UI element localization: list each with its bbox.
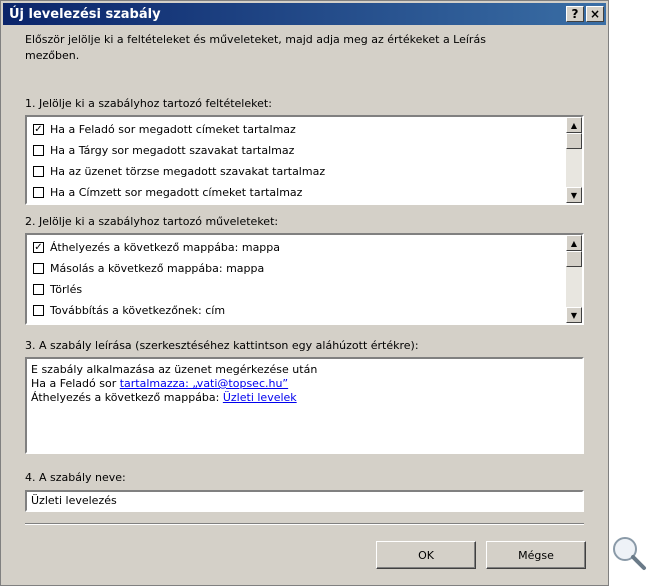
ok-button[interactable]: OK [376,541,476,569]
dialog-title: Új levelezési szabály [9,6,161,22]
scroll-down-icon[interactable]: ▼ [566,307,582,323]
magnifier-icon[interactable] [610,534,648,572]
condition-item[interactable]: ✓ Ha a Feladó sor megadott címeket tarta… [27,119,566,140]
description-line: E szabály alkalmazása az üzenet megérkez… [31,363,318,376]
action-item[interactable]: Továbbítás a következőnek: cím [27,300,566,321]
action-item[interactable]: ✓ Áthelyezés a következő mappába: mappa [27,237,566,258]
description-text: Áthelyezés a következő mappába: [31,391,223,404]
action-item[interactable]: Törlés [27,279,566,300]
new-rule-dialog: Új levelezési szabály ? × Először jelölj… [0,0,609,586]
condition-item[interactable]: Ha a Tárgy sor megadott szavakat tartalm… [27,140,566,161]
conditions-label: 1. Jelölje ki a szabályhoz tartozó felté… [25,97,272,110]
checkbox[interactable] [33,166,44,177]
checkbox[interactable]: ✓ [33,242,44,253]
target-folder-link[interactable]: Üzleti levelek [223,391,297,404]
checkbox[interactable]: ✓ [33,124,44,135]
action-label: Másolás a következő mappába: mappa [50,262,265,275]
scroll-down-icon[interactable]: ▼ [566,187,582,203]
checkbox[interactable] [33,145,44,156]
rule-description-box: E szabály alkalmazása az üzenet megérkez… [25,357,584,454]
rule-name-label: 4. A szabály neve: [25,471,126,484]
actions-label: 2. Jelölje ki a szabályhoz tartozó művel… [25,215,279,228]
title-bar: Új levelezési szabály ? × [3,3,606,25]
rule-name-input[interactable]: Üzleti levelezés [25,490,584,512]
cancel-button[interactable]: Mégse [486,541,586,569]
description-label: 3. A szabály leírása (szerkesztéséhez ka… [25,339,419,352]
conditions-list[interactable]: ✓ Ha a Feladó sor megadott címeket tarta… [25,115,584,205]
close-button[interactable]: × [586,6,604,22]
action-label: Áthelyezés a következő mappába: mappa [50,241,281,254]
checkbox[interactable] [33,305,44,316]
action-item[interactable]: Másolás a következő mappába: mappa [27,258,566,279]
actions-scrollbar[interactable]: ▲ ▼ [566,235,582,323]
condition-label: Ha az üzenet törzse megadott szavakat ta… [50,165,326,178]
intro-text-line1: Először jelölje ki a feltételeket és műv… [25,33,486,46]
condition-label: Ha a Feladó sor megadott címeket tartalm… [50,123,296,136]
scroll-thumb[interactable] [566,251,582,267]
condition-item[interactable]: Ha az üzenet törzse megadott szavakat ta… [27,161,566,182]
scroll-thumb[interactable] [566,133,582,149]
scroll-up-icon[interactable]: ▲ [566,235,582,251]
description-line: Áthelyezés a következő mappába: Üzleti l… [31,391,578,405]
description-text: Ha a Feladó sor [31,377,120,390]
description-line: Ha a Feladó sor tartalmazza: „vati@topse… [31,377,578,391]
conditions-scrollbar[interactable]: ▲ ▼ [566,117,582,203]
actions-list[interactable]: ✓ Áthelyezés a következő mappába: mappa … [25,233,584,325]
checkbox[interactable] [33,187,44,198]
sender-address-link[interactable]: tartalmazza: „vati@topsec.hu” [120,377,288,390]
checkbox[interactable] [33,263,44,274]
action-label: Törlés [50,283,83,296]
help-button[interactable]: ? [566,6,584,22]
action-label: Továbbítás a következőnek: cím [50,304,226,317]
intro-text-line2: mezőben. [25,49,80,62]
condition-label: Ha a Tárgy sor megadott szavakat tartalm… [50,144,295,157]
checkbox[interactable] [33,284,44,295]
condition-label: Ha a Címzett sor megadott címeket tartal… [50,186,303,199]
scroll-up-icon[interactable]: ▲ [566,117,582,133]
divider [25,523,584,525]
condition-item[interactable]: Ha a Címzett sor megadott címeket tartal… [27,182,566,203]
